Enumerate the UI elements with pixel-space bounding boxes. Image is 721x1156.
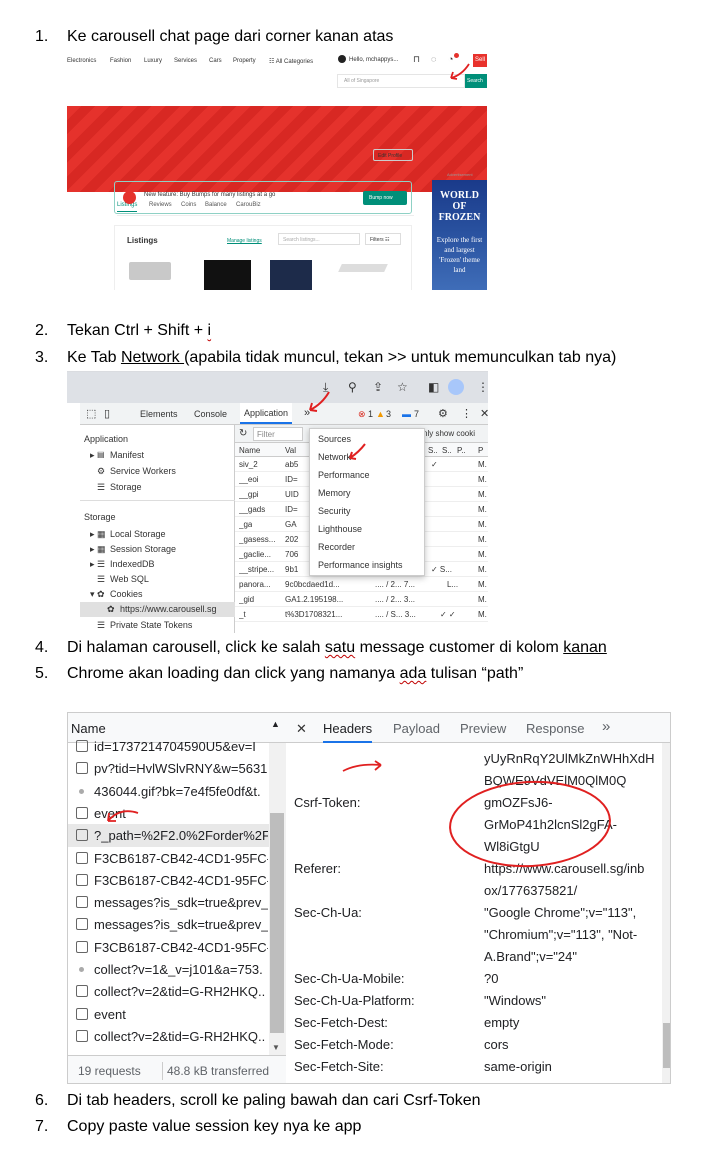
step-6: 6. Di tab headers, scroll ke paling bawah… <box>35 1091 481 1111</box>
step-text-highlight: i <box>207 322 212 339</box>
step-number: 4. <box>35 639 49 656</box>
step-5: 5. Chrome akan loading dan click yang nam… <box>35 664 523 684</box>
step-3: 3. Ke Tab Network (apabila tidak muncul, … <box>35 348 616 368</box>
step-number: 1. <box>35 28 49 45</box>
step-text: message customer di kolom <box>355 639 564 656</box>
step-4: 4. Di halaman carousell, click ke salah s… <box>35 638 607 658</box>
step-text-highlight: satu <box>324 639 356 656</box>
step-number: 5. <box>35 665 49 682</box>
step-link: kanan <box>563 639 607 656</box>
devtools-application-screenshot: ⤓ ⚲ ⇪ ☆ ◧ ⋮ ⬚ ▯ Elements Console Applica… <box>67 371 488 633</box>
step-text: Ke carousell chat page dari corner kanan… <box>67 28 394 45</box>
step-text: tulisan “path” <box>426 665 524 682</box>
carousell-screenshot: Electronics Fashion Luxury Services Cars… <box>67 50 487 290</box>
step-text: Ke Tab <box>67 349 121 366</box>
step-number: 3. <box>35 349 49 366</box>
annotation-marks-3 <box>107 760 611 868</box>
step-text: (apabila tidak muncul, tekan >> untuk me… <box>184 349 617 366</box>
step-2: 2. Tekan Ctrl + Shift + i <box>35 321 211 341</box>
step-number: 6. <box>35 1092 49 1109</box>
step-text: Di tab headers, scroll ke paling bawah d… <box>67 1092 481 1109</box>
devtools-network-screenshot: Name ▲ id=1737214704590U5&ev=I pv?tid=Hvl… <box>67 712 671 1084</box>
step-number: 2. <box>35 322 49 339</box>
step-text: Tekan Ctrl + Shift + <box>67 322 208 339</box>
step-1: 1. Ke carousell chat page dari corner kan… <box>35 27 393 47</box>
step-text: Copy paste value session key nya ke app <box>67 1118 362 1135</box>
annotation-arrows-2 <box>309 391 366 460</box>
step-text: Chrome akan loading dan click yang naman… <box>67 665 400 682</box>
step-link: Network <box>120 349 185 366</box>
annotation-arrow-1 <box>450 63 470 80</box>
step-7: 7. Copy paste value session key nya ke ap… <box>35 1117 361 1137</box>
step-text: Di halaman carousell, click ke salah <box>67 639 325 656</box>
step-number: 7. <box>35 1118 49 1135</box>
step-text-highlight: ada <box>399 665 427 682</box>
